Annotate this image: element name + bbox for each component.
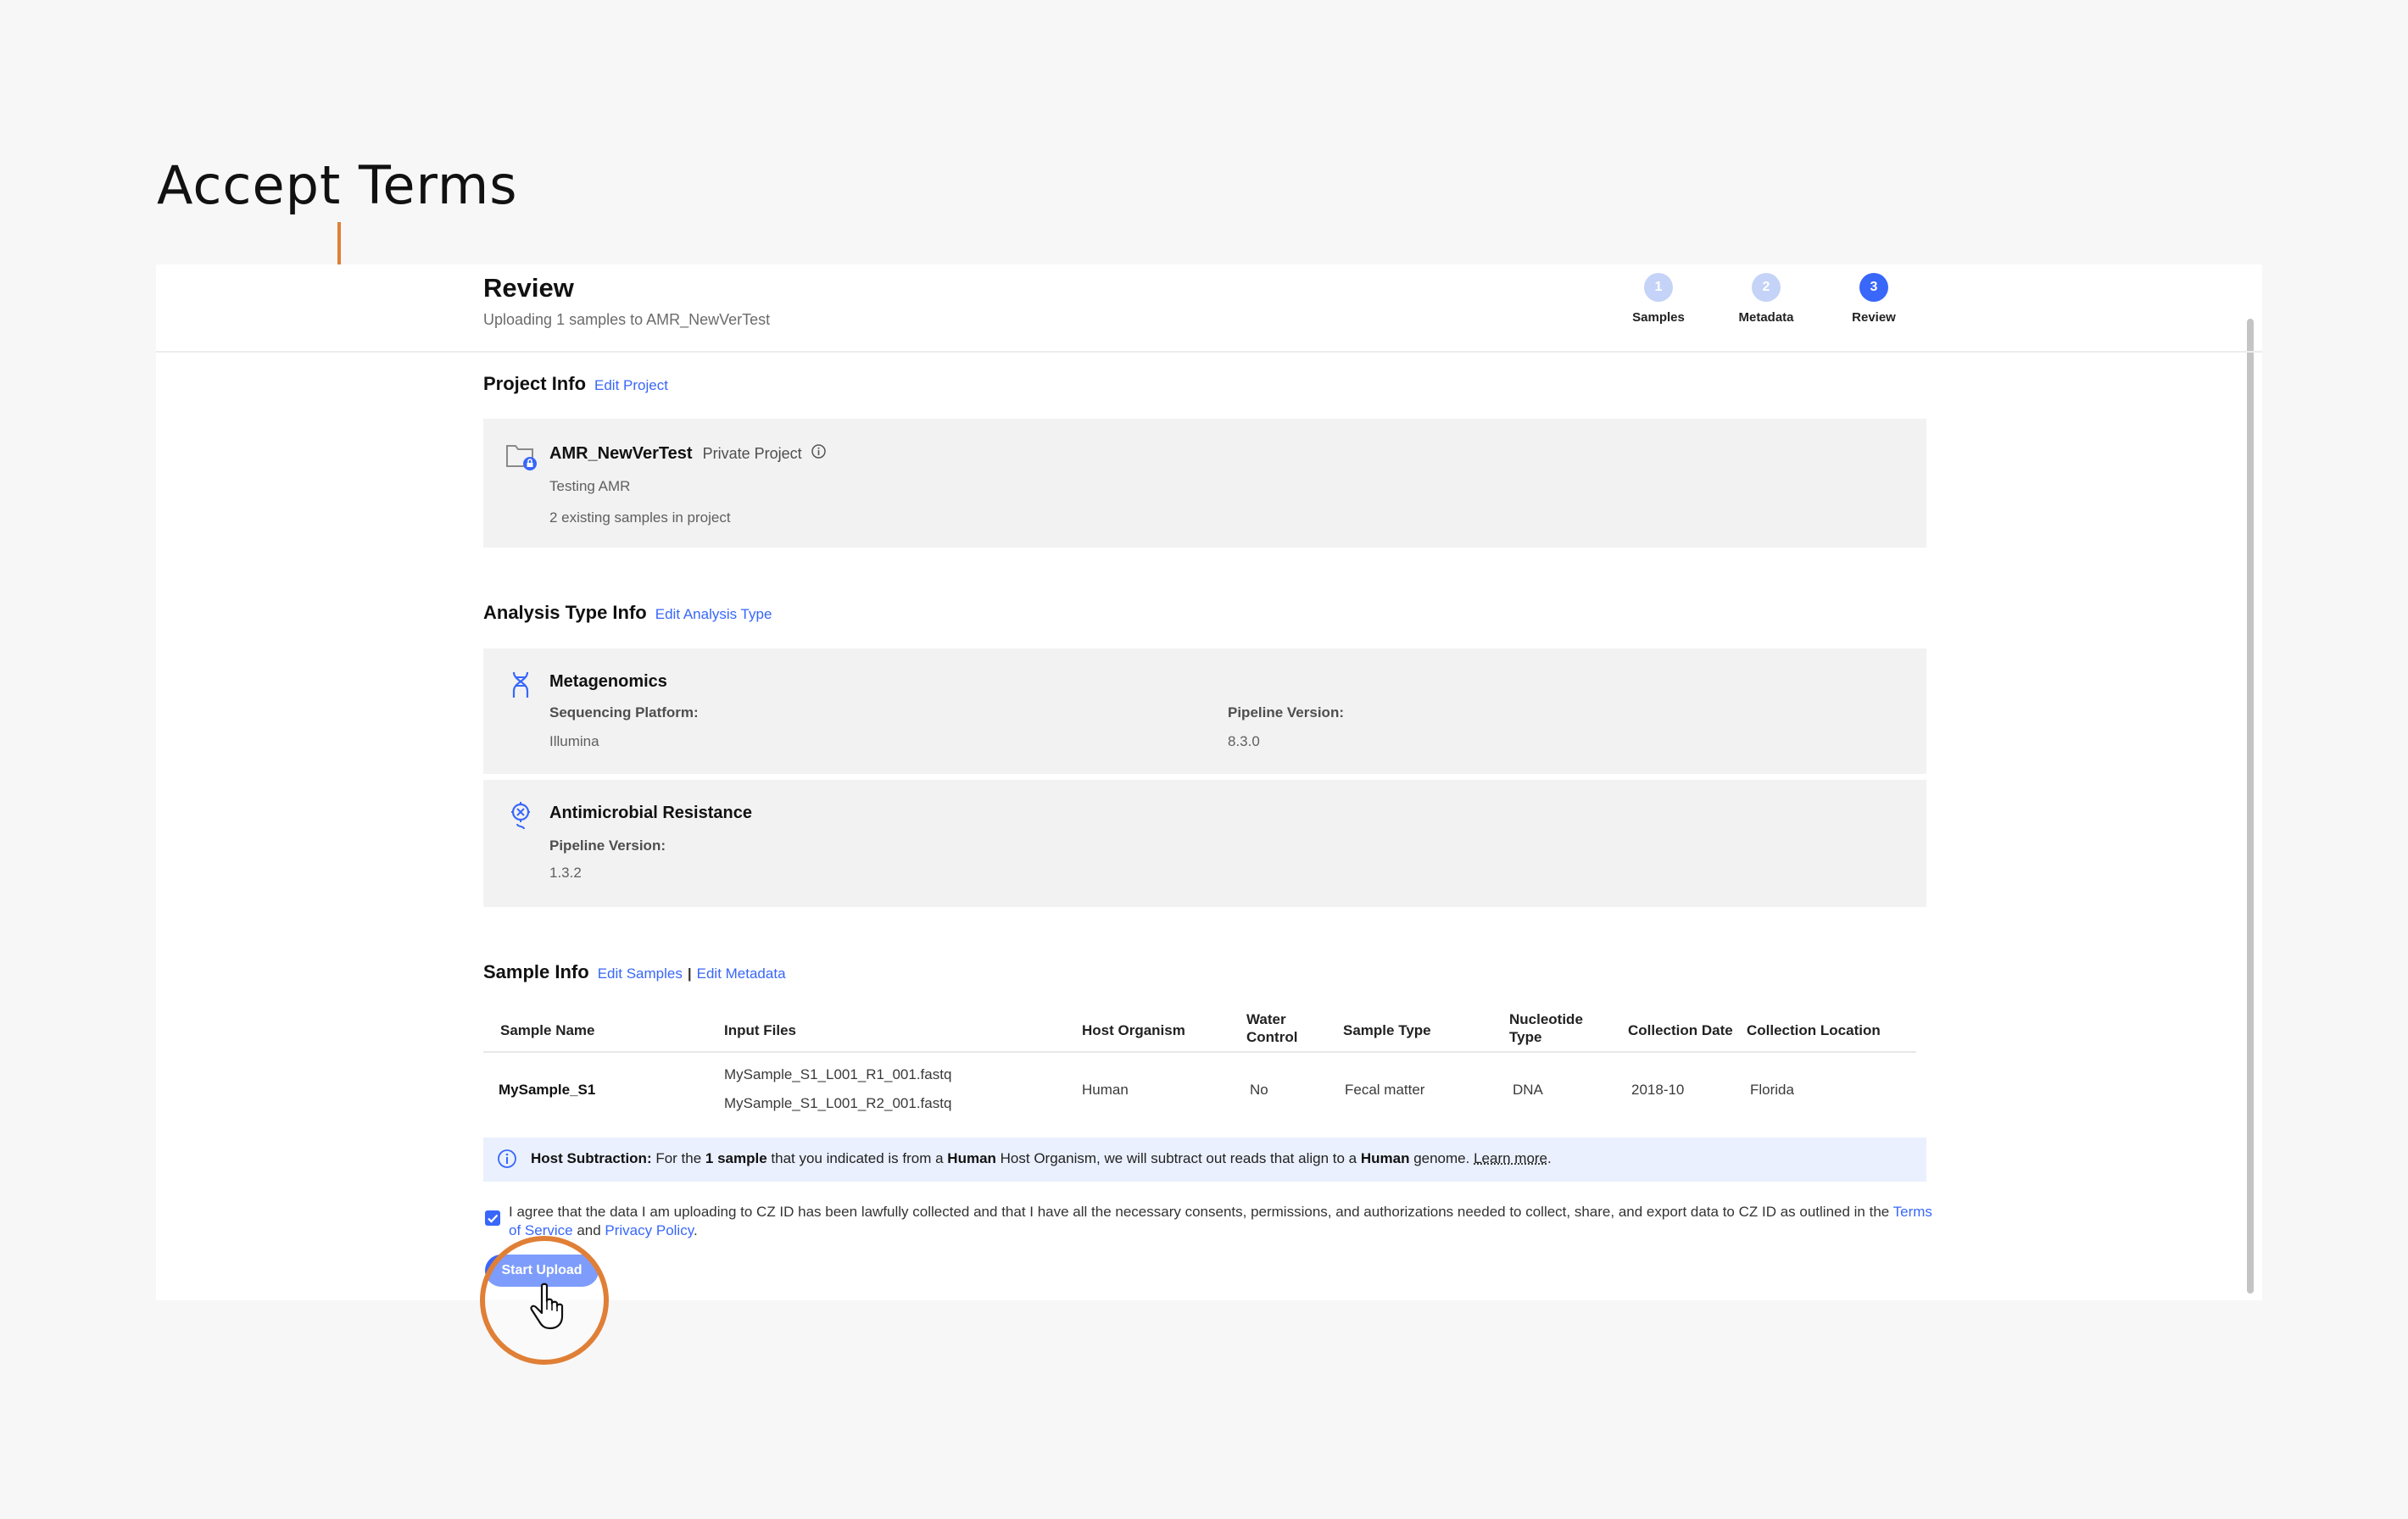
col-collection-date[interactable]: Collection Date	[1628, 1021, 1733, 1039]
banner-sample-count: 1 sample	[705, 1150, 767, 1166]
metagenomics-title: Metagenomics	[549, 672, 667, 691]
cell-collection-date: 2018-10	[1631, 1082, 1685, 1098]
terms-and: and	[572, 1222, 605, 1238]
banner-text-part: genome.	[1409, 1150, 1474, 1166]
section-title: Analysis Type Info	[483, 602, 647, 623]
metagenomics-card: Metagenomics Sequencing Platform: Illumi…	[483, 648, 1926, 774]
learn-more-link[interactable]: Learn more	[1474, 1150, 1547, 1166]
analysis-type-heading: Analysis Type Info Edit Analysis Type	[483, 602, 772, 624]
amr-pipeline-version-label: Pipeline Version:	[549, 837, 666, 854]
pipeline-version-value: 8.3.0	[1228, 733, 1260, 749]
col-host-organism[interactable]: Host Organism	[1082, 1021, 1185, 1039]
checkbox-checked-icon	[488, 1214, 499, 1223]
col-water-control-line1: Water	[1246, 1011, 1286, 1027]
col-input-files[interactable]: Input Files	[724, 1021, 796, 1039]
privacy-policy-link[interactable]: Privacy Policy	[605, 1222, 694, 1238]
cell-collection-location: Florida	[1750, 1082, 1794, 1098]
edit-metadata-link[interactable]: Edit Metadata	[697, 965, 786, 982]
folder-lock-icon	[505, 441, 538, 476]
edit-analysis-type-link[interactable]: Edit Analysis Type	[655, 606, 772, 622]
banner-text-part: For the	[651, 1150, 705, 1166]
col-nucleotide-line2: Type	[1509, 1029, 1542, 1045]
col-water-control-line2: Control	[1246, 1029, 1298, 1045]
amr-pipeline-version-value: 1.3.2	[549, 865, 582, 881]
terms-agreement-text: I agree that the data I am uploading to …	[509, 1203, 1942, 1240]
col-sample-name[interactable]: Sample Name	[500, 1021, 595, 1039]
step-number: 2	[1752, 273, 1781, 302]
banner-lead: Host Subtraction:	[531, 1150, 652, 1166]
col-sample-type[interactable]: Sample Type	[1343, 1021, 1431, 1039]
review-header: Review Uploading 1 samples to AMR_NewVer…	[156, 264, 2262, 353]
hand-pointer-icon	[530, 1283, 567, 1330]
step-label: Review	[1852, 310, 1896, 325]
info-icon[interactable]	[811, 444, 826, 464]
sample-info-heading: Sample Info Edit Samples | Edit Metadata	[483, 961, 786, 983]
cell-nucleotide-type: DNA	[1513, 1082, 1543, 1098]
section-title: Sample Info	[483, 961, 589, 982]
sequencing-platform-label: Sequencing Platform:	[549, 704, 699, 721]
banner-text-part: that you indicated is from a	[766, 1150, 948, 1166]
banner-host-organism: Human	[947, 1150, 996, 1166]
host-subtraction-banner: Host Subtraction: For the 1 sample that …	[483, 1138, 1926, 1182]
edit-samples-link[interactable]: Edit Samples	[598, 965, 683, 982]
project-name-row: AMR_NewVerTest Private Project	[549, 444, 826, 464]
page-subtitle: Uploading 1 samples to AMR_NewVerTest	[483, 311, 771, 328]
section-title: Project Info	[483, 373, 587, 394]
page-title: Review	[483, 273, 574, 303]
step-samples[interactable]: 1 Samples	[1599, 273, 1718, 325]
project-name: AMR_NewVerTest	[549, 444, 693, 463]
cell-sample-type: Fecal matter	[1345, 1082, 1425, 1098]
cell-input-file-r2: MySample_S1_L001_R2_001.fastq	[724, 1095, 952, 1111]
cell-water-control: No	[1250, 1082, 1268, 1098]
step-number: 3	[1859, 273, 1888, 302]
cell-host-organism: Human	[1082, 1082, 1129, 1098]
cell-sample-name: MySample_S1	[499, 1082, 596, 1098]
banner-text-part: Host Organism, we will subtract out read…	[995, 1150, 1361, 1166]
amr-gene-icon	[509, 800, 532, 835]
banner-genome: Human	[1360, 1150, 1410, 1166]
host-subtraction-text: Host Subtraction: For the 1 sample that …	[531, 1150, 1552, 1167]
sequencing-platform-value: Illumina	[549, 733, 599, 749]
col-nucleotide-type[interactable]: Nucleotide Type	[1509, 1010, 1583, 1046]
amr-card: Antimicrobial Resistance Pipeline Versio…	[483, 780, 1926, 907]
step-label: Samples	[1632, 310, 1685, 325]
table-header-divider	[483, 1051, 1916, 1053]
cell-input-file-r1: MySample_S1_L001_R1_001.fastq	[724, 1066, 952, 1082]
link-separator: |	[687, 965, 692, 982]
banner-text-part: .	[1547, 1150, 1552, 1166]
pipeline-version-label: Pipeline Version:	[1228, 704, 1344, 721]
step-number: 1	[1644, 273, 1673, 302]
project-existing-samples: 2 existing samples in project	[549, 509, 731, 526]
project-visibility: Private Project	[702, 445, 802, 462]
step-review[interactable]: 3 Review	[1814, 273, 1933, 325]
project-info-card: AMR_NewVerTest Private Project Testing AM…	[483, 419, 1926, 548]
step-label: Metadata	[1738, 310, 1794, 325]
upload-review-panel: Review Uploading 1 samples to AMR_NewVer…	[156, 264, 2262, 1300]
dna-icon	[510, 670, 531, 704]
col-water-control[interactable]: Water Control	[1246, 1010, 1297, 1046]
project-info-heading: Project Info Edit Project	[483, 373, 668, 395]
info-icon	[497, 1149, 517, 1173]
step-metadata[interactable]: 2 Metadata	[1707, 273, 1826, 325]
col-nucleotide-line1: Nucleotide	[1509, 1011, 1583, 1027]
scrollbar[interactable]	[2247, 319, 2254, 1294]
annotation-title: Accept Terms	[157, 154, 518, 216]
edit-project-link[interactable]: Edit Project	[594, 377, 668, 393]
terms-end: .	[693, 1222, 698, 1238]
project-description: Testing AMR	[549, 478, 631, 494]
terms-checkbox[interactable]	[485, 1210, 500, 1226]
terms-body: I agree that the data I am uploading to …	[509, 1204, 1893, 1220]
amr-title: Antimicrobial Resistance	[549, 804, 752, 822]
col-collection-location[interactable]: Collection Location	[1747, 1021, 1881, 1039]
